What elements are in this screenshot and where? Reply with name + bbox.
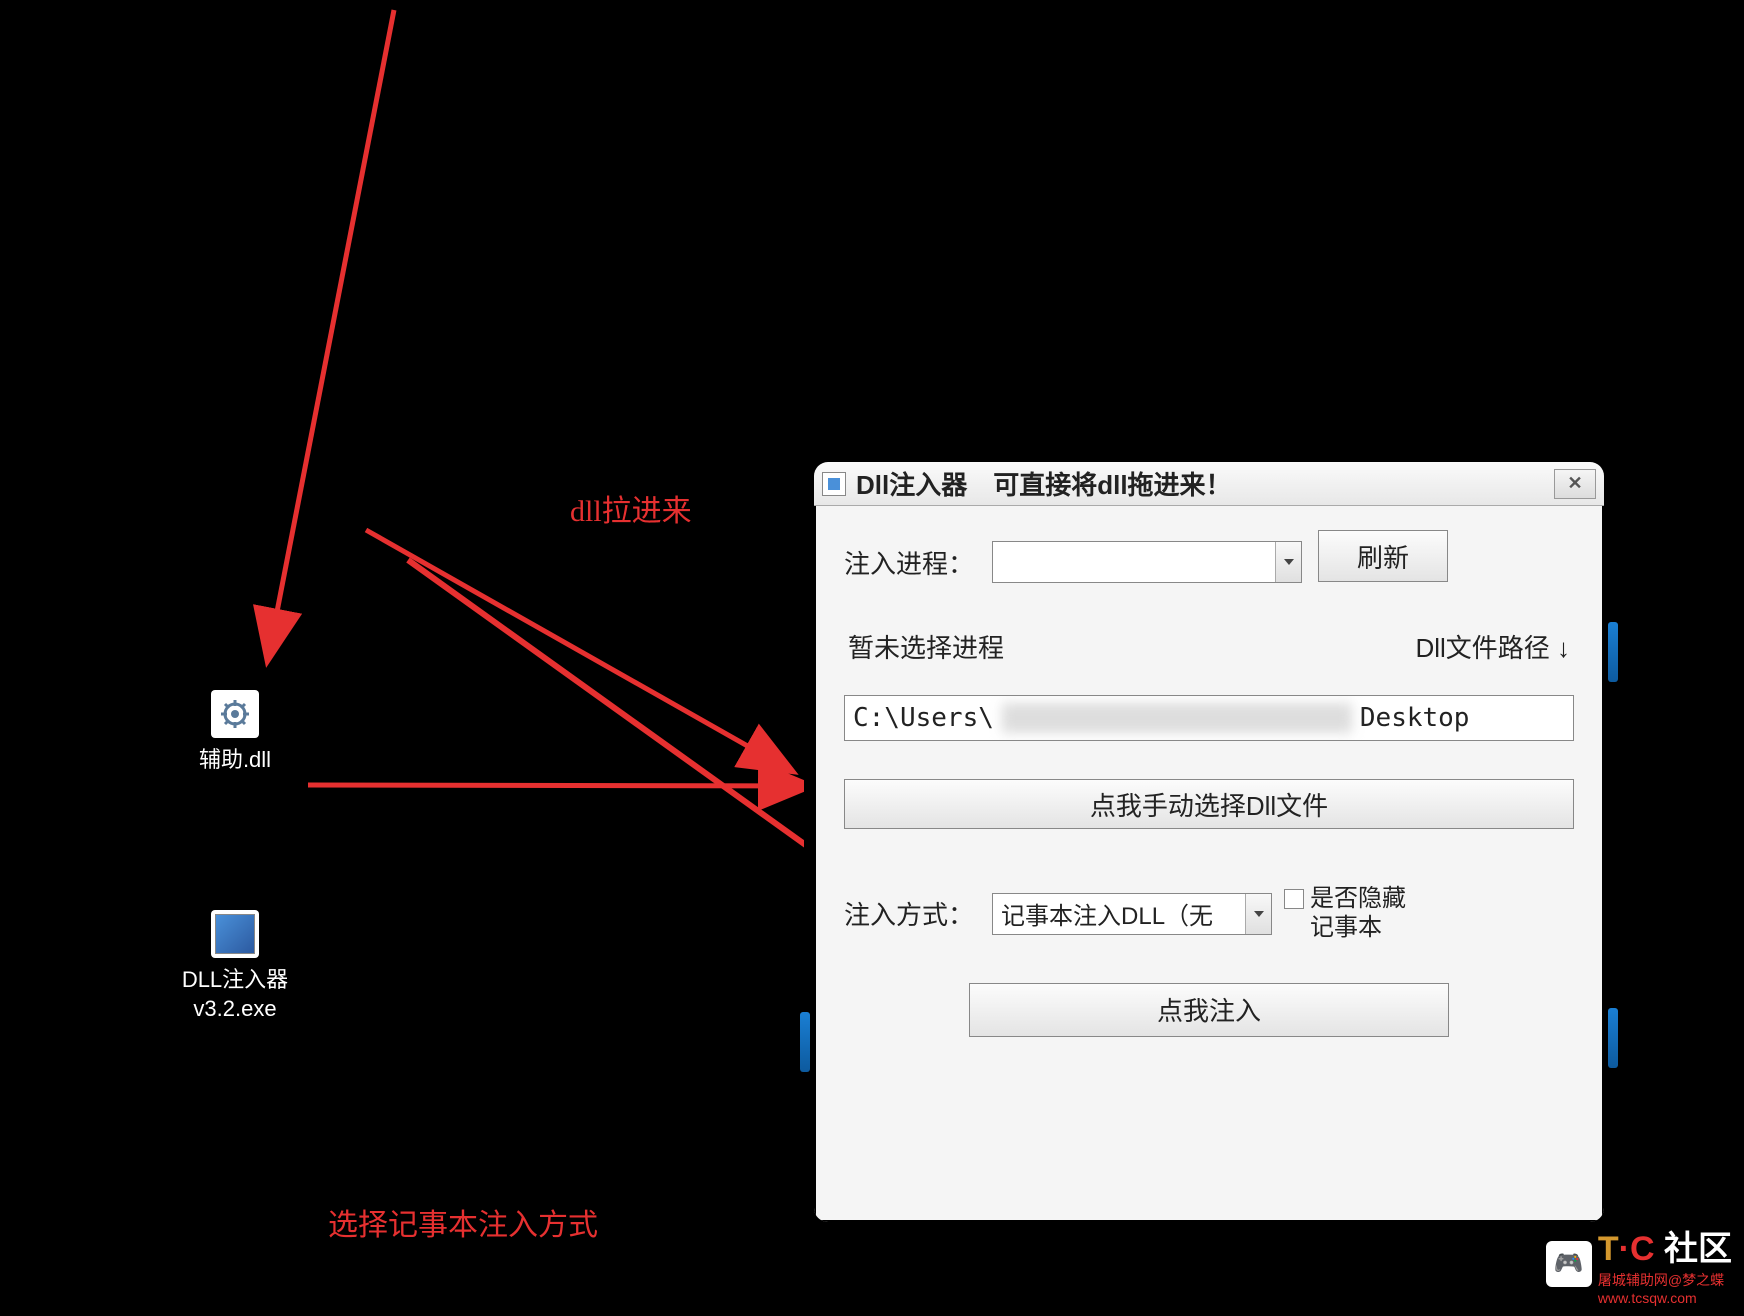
dll-icon-label: 辅助.dll (199, 746, 271, 775)
hide-notepad-wrap: 是否隐藏 记事本 (1284, 885, 1406, 943)
desktop-icon-dll[interactable]: 辅助.dll (165, 690, 305, 775)
watermark-url: www.tcsqw.com (1598, 1290, 1732, 1306)
watermark-brand: T·C 社区 (1598, 1221, 1732, 1270)
watermark-subtitle: 屠城辅助网@梦之蝶 (1598, 1270, 1732, 1290)
process-combo[interactable] (992, 541, 1302, 583)
title-bar[interactable]: Dll注入器 可直接将dll拖进来！ ✕ (814, 462, 1604, 506)
window-title: Dll注入器 可直接将dll拖进来！ (856, 465, 1554, 502)
dll-file-icon (211, 690, 259, 738)
annotation-drag-dll: dll拉进来 (570, 486, 692, 530)
process-label: 注入进程： (844, 544, 980, 581)
window-accent (800, 1012, 810, 1072)
app-icon (822, 472, 846, 496)
chevron-down-icon[interactable] (1245, 894, 1271, 934)
window-accent (1608, 622, 1618, 682)
method-row: 注入方式： 记事本注入DLL（无 是否隐藏 记事本 (844, 885, 1574, 943)
desktop-icon-exe[interactable]: DLL注入器 v3.2.exe (165, 910, 305, 1023)
chevron-down-icon[interactable] (1275, 542, 1301, 582)
method-label: 注入方式： (844, 895, 974, 932)
watermark: 🎮 T·C 社区 屠城辅助网@梦之蝶 www.tcsqw.com (1546, 1221, 1732, 1306)
process-row: 注入进程： 刷新 (844, 536, 1574, 588)
watermark-icon: 🎮 (1546, 1241, 1592, 1287)
dll-injector-window: Dll注入器 可直接将dll拖进来！ ✕ 注入进程： 刷新 暂未选择进程 Dll… (804, 452, 1614, 1232)
inject-button[interactable]: 点我注入 (969, 983, 1449, 1037)
hide-notepad-checkbox[interactable] (1284, 889, 1304, 909)
dll-path-label: Dll文件路径 ↓ (1415, 628, 1570, 665)
method-combo[interactable]: 记事本注入DLL（无 (992, 893, 1272, 935)
path-redacted (1002, 703, 1352, 733)
window-body: 注入进程： 刷新 暂未选择进程 Dll文件路径 ↓ C:\Users\ Desk… (814, 506, 1604, 1222)
refresh-button[interactable]: 刷新 (1318, 530, 1448, 582)
exe-file-icon (211, 910, 259, 958)
hide-notepad-label: 是否隐藏 记事本 (1310, 885, 1406, 943)
dll-path-display[interactable]: C:\Users\ Desktop (844, 695, 1574, 741)
annotation-select-method: 选择记事本注入方式 (328, 1200, 598, 1244)
close-button[interactable]: ✕ (1554, 469, 1596, 499)
exe-icon-label: DLL注入器 v3.2.exe (182, 966, 288, 1023)
info-row: 暂未选择进程 Dll文件路径 ↓ (844, 628, 1574, 665)
manual-select-dll-button[interactable]: 点我手动选择Dll文件 (844, 779, 1574, 829)
no-process-text: 暂未选择进程 (848, 628, 1004, 665)
window-accent (1608, 1008, 1618, 1068)
